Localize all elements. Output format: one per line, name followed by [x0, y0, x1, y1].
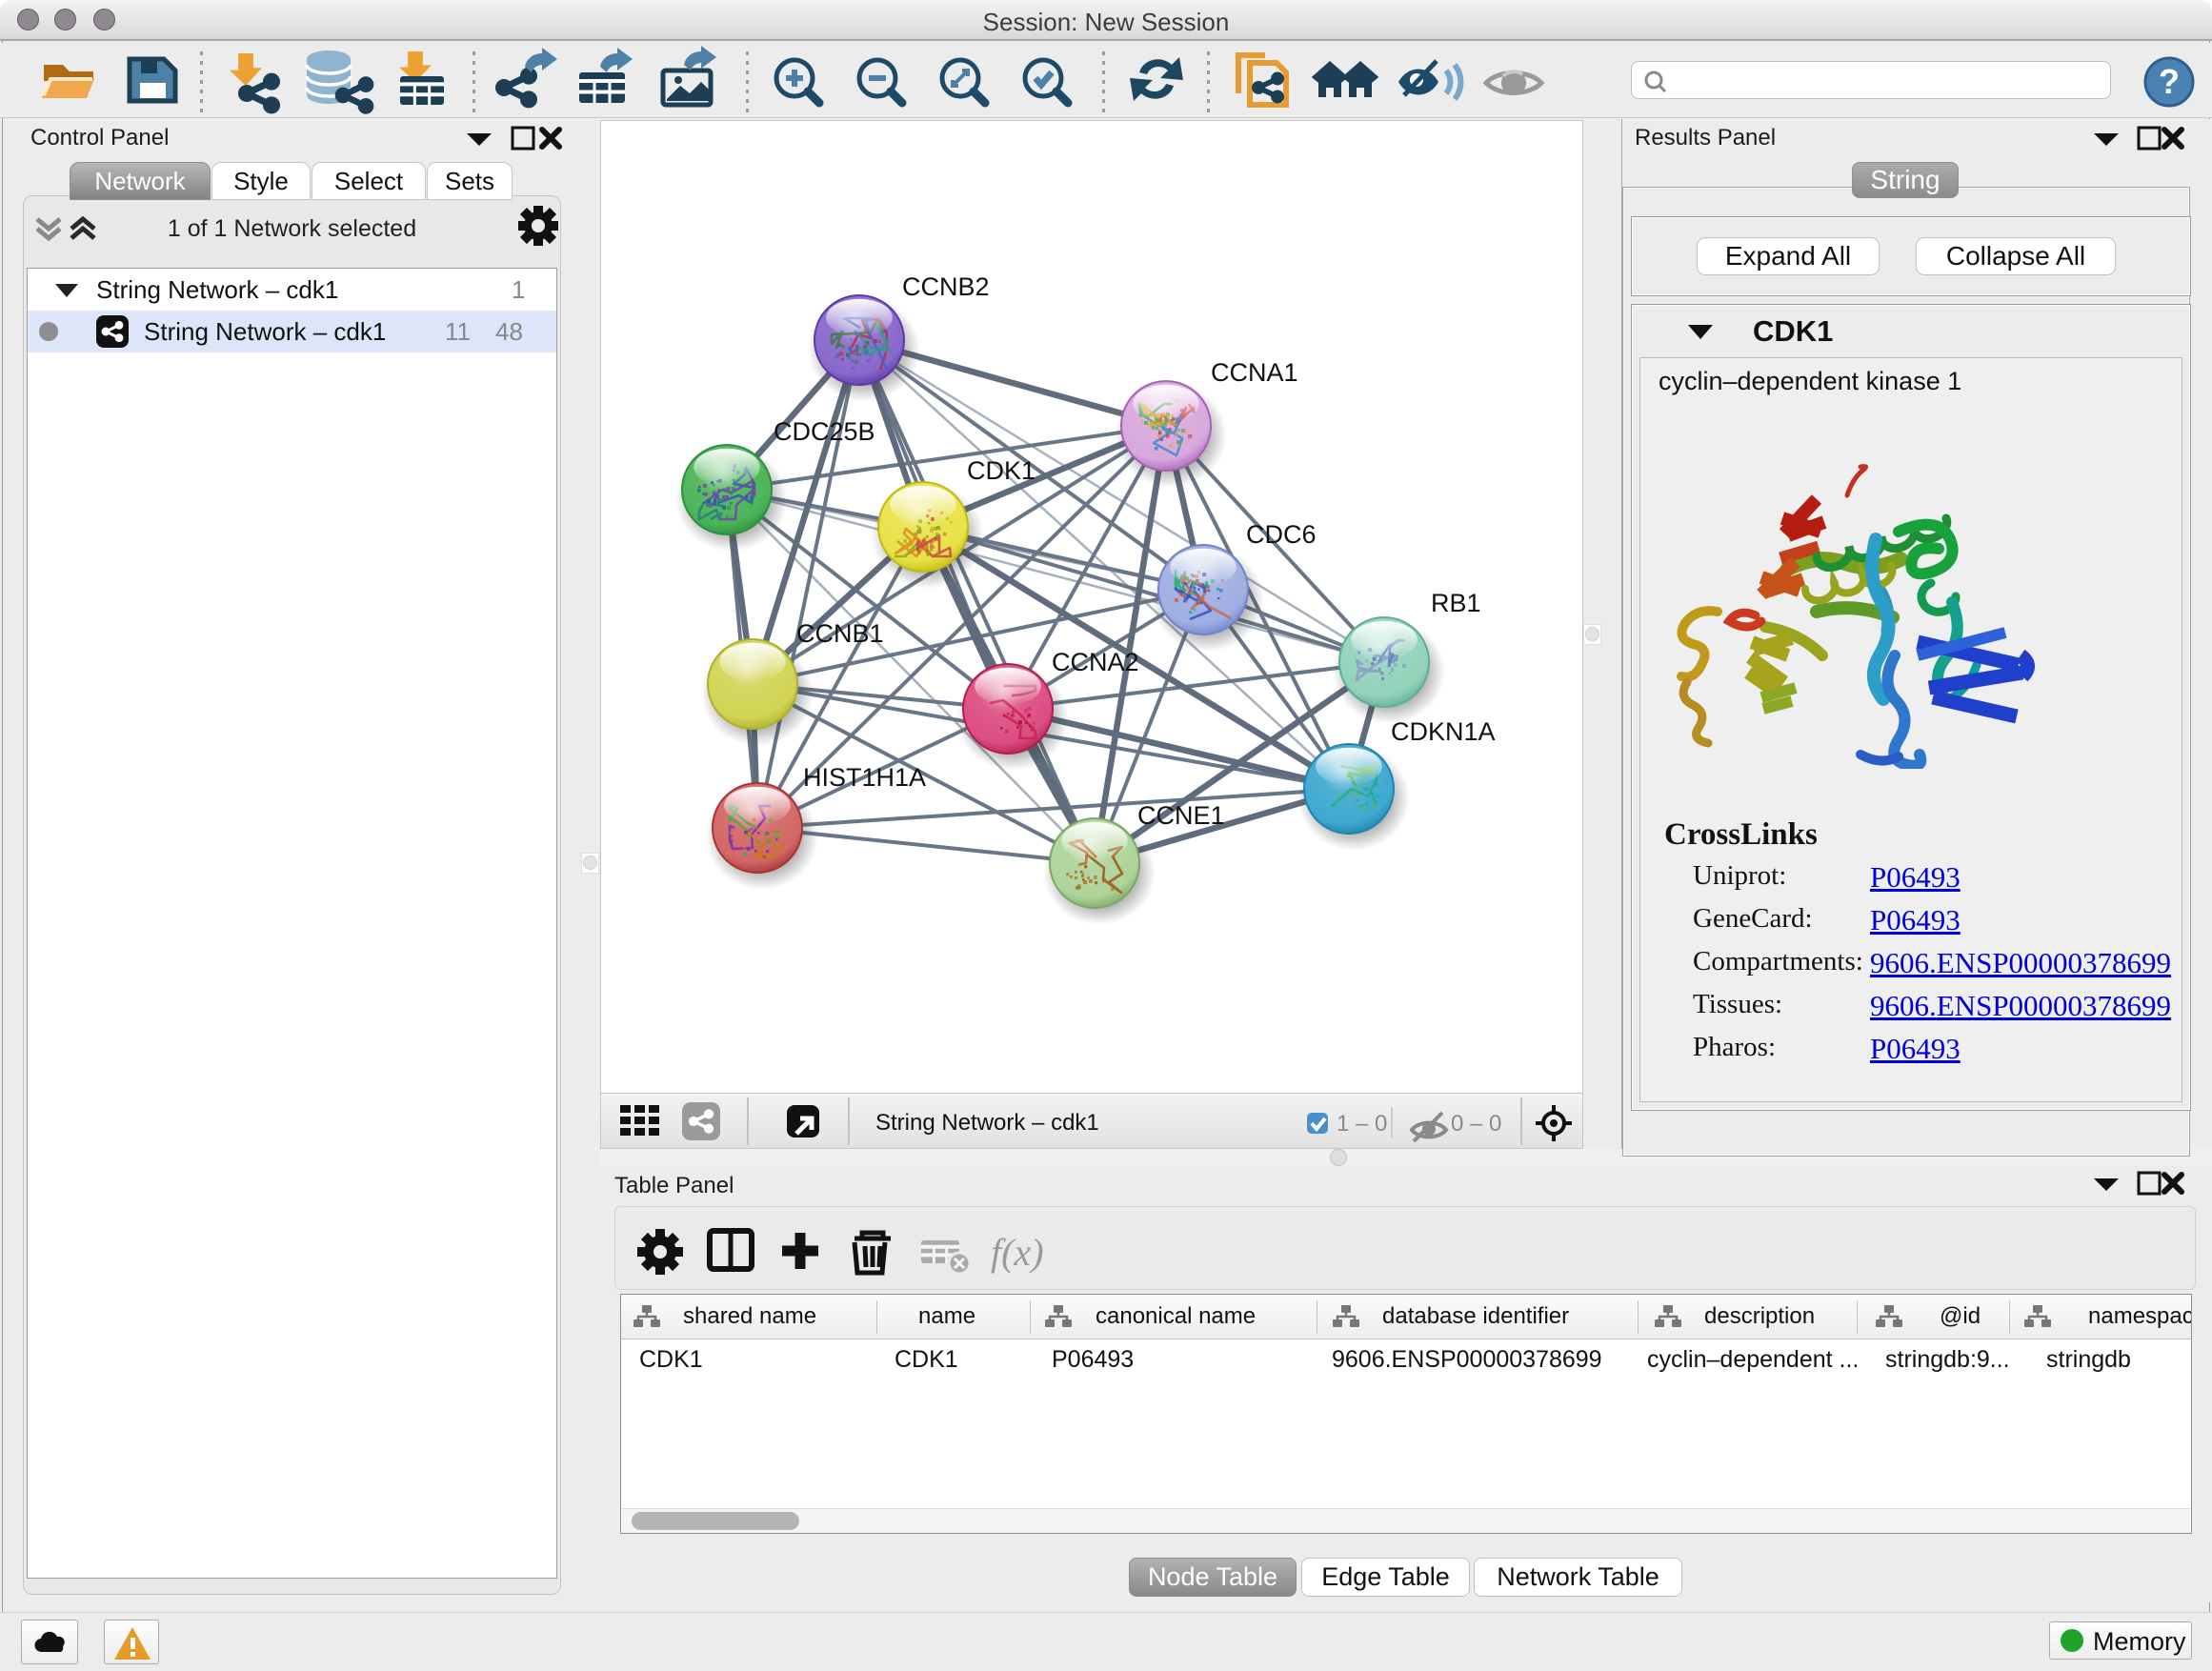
svg-text:CCNA1: CCNA1: [1211, 358, 1298, 387]
svg-text:RB1: RB1: [1431, 589, 1481, 617]
svg-text:CCNE1: CCNE1: [1137, 801, 1225, 830]
svg-text:CDKN1A: CDKN1A: [1391, 717, 1496, 746]
svg-text:CCNA2: CCNA2: [1052, 648, 1139, 676]
svg-text:HIST1H1A: HIST1H1A: [803, 763, 926, 792]
svg-text:?: ?: [2159, 62, 2180, 101]
svg-text:CCNB2: CCNB2: [902, 272, 990, 301]
svg-text:CCNB1: CCNB1: [796, 619, 884, 648]
svg-text:CDC6: CDC6: [1246, 520, 1317, 549]
svg-text:f(x): f(x): [991, 1231, 1044, 1274]
svg-text:CDK1: CDK1: [967, 456, 1036, 485]
svg-text:CDC25B: CDC25B: [774, 417, 875, 446]
